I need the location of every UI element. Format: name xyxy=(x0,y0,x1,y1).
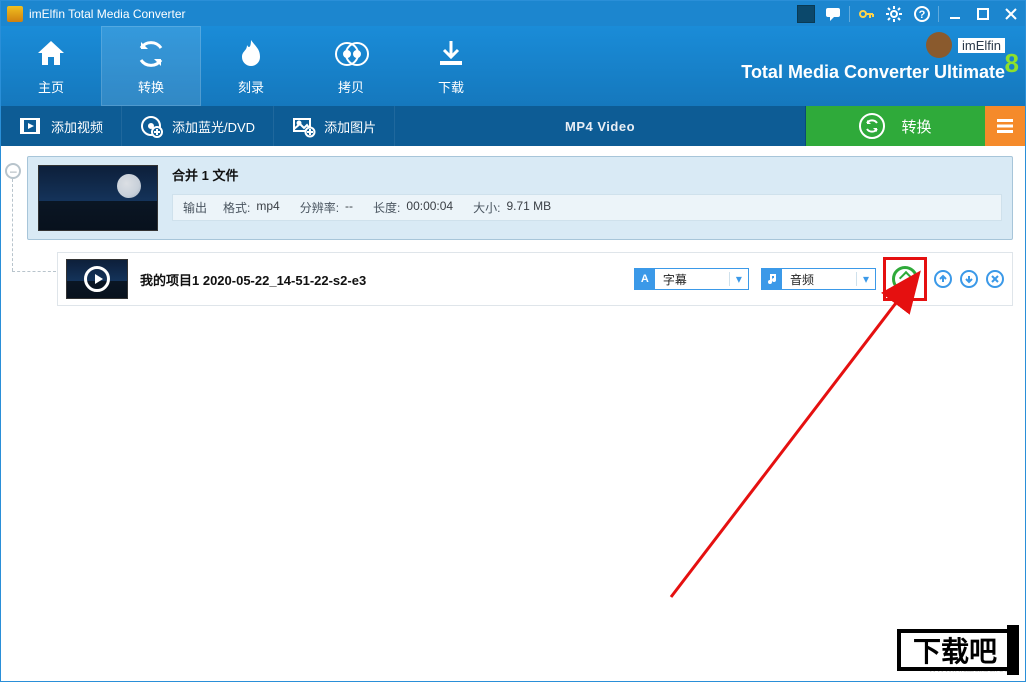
convert-button[interactable]: 转换 xyxy=(805,106,985,146)
titlebar-chat-icon[interactable] xyxy=(819,1,847,26)
disc-copy-icon xyxy=(334,37,368,71)
window-title: imElfin Total Media Converter xyxy=(29,7,186,21)
add-bluray-label: 添加蓝光/DVD xyxy=(172,117,255,136)
file-thumbnail[interactable] xyxy=(66,259,128,299)
edit-icon xyxy=(892,266,918,292)
svg-text:?: ? xyxy=(919,9,926,21)
titlebar-help-icon[interactable]: ? xyxy=(908,1,936,26)
disc-plus-icon xyxy=(140,115,162,137)
filmstrip-icon xyxy=(19,115,41,137)
convert-icon xyxy=(134,37,168,71)
titlebar-key-icon[interactable] xyxy=(852,1,880,26)
play-icon xyxy=(84,266,110,292)
move-up-button[interactable] xyxy=(934,270,952,288)
site-logo: 下载吧 xyxy=(899,625,1019,675)
file-row[interactable]: 我的项目1 2020-05-22_14-51-22-s2-e3 A 字幕 ▾ 音… xyxy=(57,252,1013,306)
tab-burn[interactable]: 刻录 xyxy=(201,26,301,106)
convert-action-icon xyxy=(859,113,885,139)
file-name: 我的项目1 2020-05-22_14-51-22-s2-e3 xyxy=(140,270,366,289)
tab-convert-label: 转换 xyxy=(138,77,164,96)
titlebar-minimize-button[interactable] xyxy=(941,1,969,26)
tab-home-label: 主页 xyxy=(38,77,64,96)
output-profile[interactable]: MP4 Video xyxy=(395,119,805,134)
flame-icon xyxy=(234,37,268,71)
add-image-button[interactable]: 添加图片 xyxy=(274,106,395,146)
tab-download-label: 下载 xyxy=(438,77,464,96)
merge-group[interactable]: 合并 1 文件 输出 格式: mp4 分辨率: -- 长度: 00:00:04 … xyxy=(27,156,1013,240)
brand-area: imElfin Total Media Converter Ultimate 8 xyxy=(741,32,1005,83)
subtitle-icon: A xyxy=(635,269,655,289)
brand-version-badge: 8 xyxy=(1005,48,1019,79)
tab-copy[interactable]: 拷贝 xyxy=(301,26,401,106)
brand-product: Total Media Converter Ultimate 8 xyxy=(741,62,1005,83)
image-plus-icon xyxy=(292,115,314,137)
merge-title: 合并 1 文件 xyxy=(172,165,1002,184)
add-bluray-button[interactable]: 添加蓝光/DVD xyxy=(122,106,274,146)
merge-thumbnail xyxy=(38,165,158,231)
brand-name: imElfin xyxy=(958,38,1005,53)
tab-convert[interactable]: 转换 xyxy=(101,26,201,106)
timeline-connector xyxy=(12,179,13,271)
add-video-button[interactable]: 添加视频 xyxy=(1,106,122,146)
titlebar-maximize-button[interactable] xyxy=(969,1,997,26)
move-down-button[interactable] xyxy=(960,270,978,288)
home-icon xyxy=(34,37,68,71)
subtitle-select[interactable]: A 字幕 ▾ xyxy=(634,268,749,290)
tab-download[interactable]: 下载 xyxy=(401,26,501,106)
titlebar-close-button[interactable] xyxy=(997,1,1025,26)
titlebar-gear-icon[interactable] xyxy=(880,1,908,26)
music-note-icon xyxy=(762,269,782,289)
brand-mascot-icon xyxy=(926,32,952,58)
tab-home[interactable]: 主页 xyxy=(1,26,101,106)
output-settings-button[interactable] xyxy=(985,106,1025,146)
edit-button[interactable] xyxy=(888,262,922,296)
tab-copy-label: 拷贝 xyxy=(338,77,364,96)
add-video-label: 添加视频 xyxy=(51,117,103,136)
tab-burn-label: 刻录 xyxy=(238,77,264,96)
titlebar-register-icon[interactable] xyxy=(797,5,815,23)
audio-select-label: 音频 xyxy=(782,271,856,288)
add-image-label: 添加图片 xyxy=(324,117,376,136)
svg-text:下载吧: 下载吧 xyxy=(913,636,997,667)
chevron-down-icon: ▾ xyxy=(729,272,748,286)
remove-button[interactable] xyxy=(986,270,1004,288)
subtitle-select-label: 字幕 xyxy=(655,271,729,288)
app-icon xyxy=(7,6,23,22)
convert-button-label: 转换 xyxy=(901,116,931,137)
merge-stats: 输出 格式: mp4 分辨率: -- 长度: 00:00:04 大小: 9.71… xyxy=(172,194,1002,221)
download-icon xyxy=(434,37,468,71)
chevron-down-icon: ▾ xyxy=(856,272,875,286)
timeline-collapse-toggle[interactable] xyxy=(5,163,21,179)
audio-select[interactable]: 音频 ▾ xyxy=(761,268,876,290)
timeline-connector-h xyxy=(12,271,56,272)
